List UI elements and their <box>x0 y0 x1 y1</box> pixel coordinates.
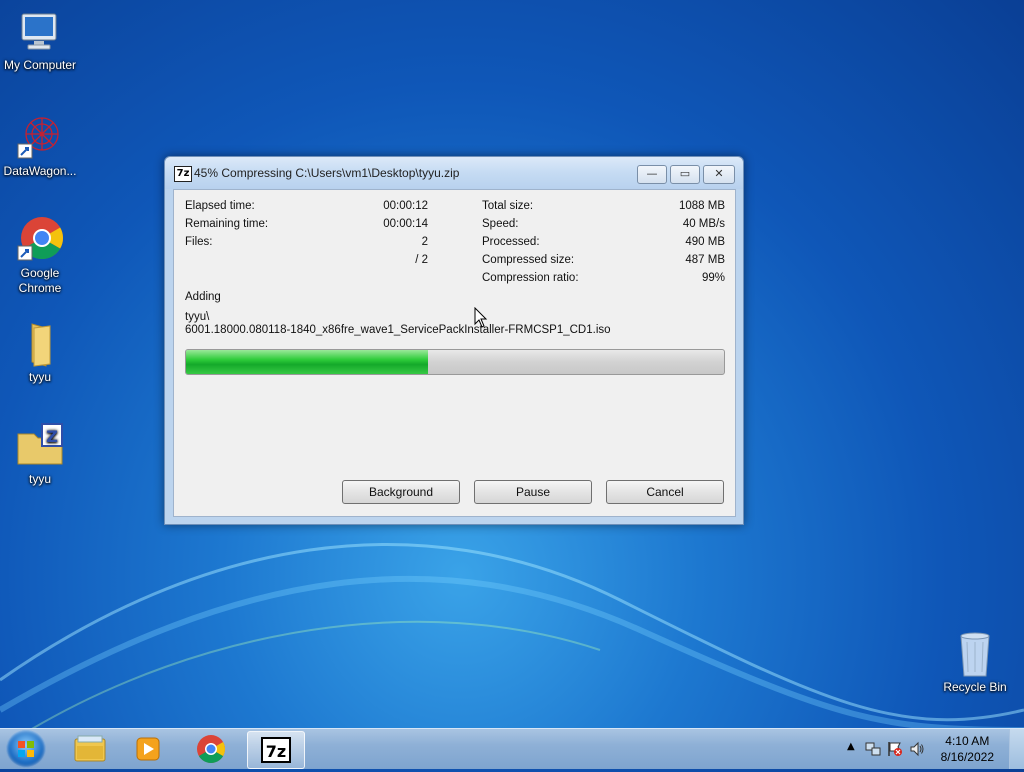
background-button[interactable]: Background <box>342 480 460 504</box>
minimize-icon: — <box>646 167 658 180</box>
start-button[interactable] <box>6 730 46 768</box>
current-action: Adding <box>185 291 221 303</box>
desktop-icon-label: tyyu <box>28 370 51 384</box>
zip-archive-icon: Z <box>16 422 64 470</box>
compressed-size-label: Compressed size: <box>482 254 575 266</box>
compression-progress-bar <box>185 349 725 375</box>
desktop-icon-label: Recycle Bin <box>943 680 1007 694</box>
current-file-name: 6001.18000.080118-1840_x86fre_wave1_Serv… <box>185 324 611 336</box>
chrome-icon <box>197 735 225 763</box>
desktop-icon-recycle-bin[interactable]: Recycle Bin <box>935 630 1015 695</box>
media-player-icon <box>136 737 160 761</box>
total-size-value: 1088 MB <box>678 200 725 212</box>
computer-icon <box>16 8 64 56</box>
elapsed-time-value: 00:00:12 <box>383 200 428 212</box>
volume-icon[interactable] <box>909 741 925 757</box>
clock-date: 8/16/2022 <box>940 750 994 764</box>
remaining-time-label: Remaining time: <box>185 218 269 230</box>
chrome-icon <box>16 216 64 264</box>
action-center-flag-icon[interactable] <box>887 741 903 757</box>
dialog-title: 45% Compressing C:\Users\vm1\Desktop\tyy… <box>194 166 460 180</box>
processed-label: Processed: <box>482 236 540 248</box>
close-button[interactable]: ✕ <box>703 165 735 184</box>
maximize-icon: ▭ <box>679 167 691 180</box>
taskbar-item-windows-explorer[interactable] <box>62 731 118 767</box>
desktop-icon-label: My Computer <box>3 58 77 72</box>
pause-button[interactable]: Pause <box>474 480 592 504</box>
datawagon-icon <box>16 114 64 162</box>
dialog-client-area: Elapsed time: 00:00:12 Remaining time: 0… <box>173 189 736 517</box>
desktop-icon-label: DataWagon... <box>3 164 77 178</box>
compression-ratio-label: Compression ratio: <box>482 272 579 284</box>
close-icon: ✕ <box>714 167 724 180</box>
current-file-folder: tyyu\ <box>185 311 210 323</box>
elapsed-time-label: Elapsed time: <box>185 200 255 212</box>
desktop-icon-datawagon[interactable]: DataWagon... <box>0 114 80 179</box>
remaining-time-value: 00:00:14 <box>383 218 428 230</box>
taskbar-item-7zip[interactable]: 7z <box>247 731 305 769</box>
maximize-button[interactable]: ▭ <box>670 165 700 184</box>
network-icon[interactable] <box>865 741 881 757</box>
files-label: Files: <box>185 236 213 248</box>
mouse-cursor-icon <box>474 307 488 328</box>
files-value: 2 <box>421 236 428 248</box>
progress-fill <box>186 350 429 374</box>
7zip-icon: 7z <box>261 737 291 763</box>
taskbar-item-media-player[interactable] <box>120 731 176 767</box>
total-size-label: Total size: <box>482 200 534 212</box>
desktop-icon-zip-tyyu[interactable]: Z tyyu <box>0 422 80 487</box>
desktop-icon-folder-tyyu[interactable]: tyyu <box>0 320 80 385</box>
dialog-titlebar[interactable]: 7z 45% Compressing C:\Users\vm1\Desktop\… <box>165 157 743 189</box>
system-clock[interactable]: 4:10 AM 8/16/2022 <box>941 733 994 765</box>
desktop-icon-google-chrome[interactable]: Google Chrome <box>0 216 80 296</box>
system-tray: ▲ 4:10 AM 8/16/2022 <box>839 729 1024 769</box>
svg-text:7z: 7z <box>266 742 286 761</box>
svg-text:Z: Z <box>46 427 58 446</box>
recycle-bin-icon <box>951 630 999 678</box>
7zip-icon: 7z <box>174 166 192 182</box>
taskbar-item-google-chrome[interactable] <box>183 731 239 767</box>
desktop-icon-label: Google Chrome <box>18 266 62 295</box>
speed-value: 40 MB/s <box>682 218 725 230</box>
show-desktop-button[interactable] <box>1009 729 1024 769</box>
compressed-size-value: 487 MB <box>685 254 725 266</box>
minimize-button[interactable]: — <box>637 165 667 184</box>
desktop-icon-label: tyyu <box>28 472 51 486</box>
taskbar: 7z ▲ 4:10 AM 8/16/2022 <box>0 728 1024 769</box>
show-hidden-icons-icon[interactable]: ▲ <box>847 741 855 752</box>
desktop-icon-my-computer[interactable]: My Computer <box>0 8 80 73</box>
windows-logo-icon <box>18 741 34 757</box>
files-total: / 2 <box>415 254 428 266</box>
speed-label: Speed: <box>482 218 519 230</box>
compress-progress-dialog: 7z 45% Compressing C:\Users\vm1\Desktop\… <box>164 156 744 525</box>
clock-time: 4:10 AM <box>945 734 990 748</box>
compression-ratio-value: 99% <box>701 272 725 284</box>
folder-icon <box>16 320 64 368</box>
folder-explorer-icon <box>74 735 106 762</box>
cancel-button[interactable]: Cancel <box>606 480 724 504</box>
processed-value: 490 MB <box>685 236 725 248</box>
